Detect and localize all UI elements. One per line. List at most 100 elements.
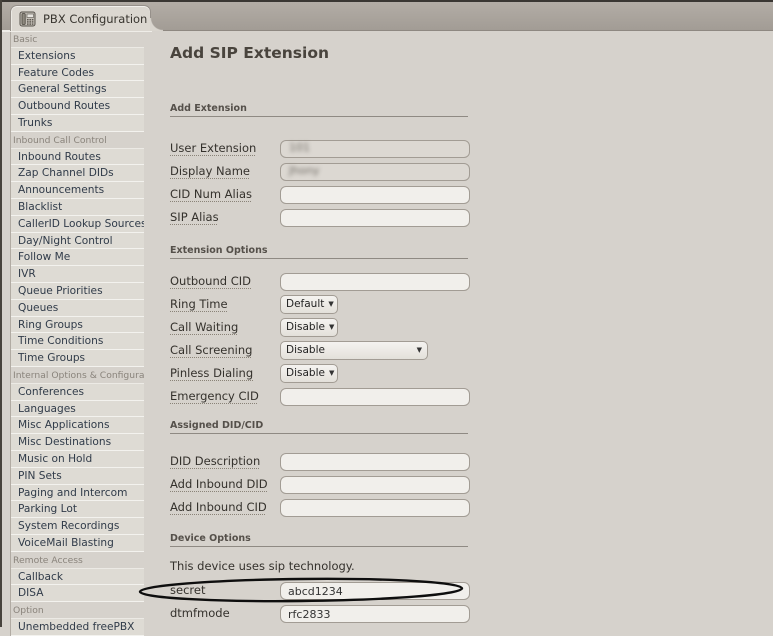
sidebar-item-extensions[interactable]: Extensions — [11, 48, 144, 65]
field-label-outbound-cid: Outbound CID — [170, 274, 280, 288]
form-rows: User Extension101Display NameJhonyCID Nu… — [170, 139, 470, 231]
tab-pbx-configuration[interactable]: PBX Configuration — [10, 5, 151, 31]
form-row-add-inbound-cid: Add Inbound CID — [170, 498, 470, 516]
section-divider — [170, 546, 468, 547]
sidebar-item-ivr[interactable]: IVR — [11, 266, 144, 283]
select-call-waiting[interactable]: Disable ▼ — [280, 318, 338, 337]
form-row-sip-alias: SIP Alias — [170, 208, 470, 226]
sidebar-item-trunks[interactable]: Trunks — [11, 115, 144, 132]
form-row-secret: secret — [170, 581, 470, 599]
field-label-call-screening: Call Screening — [170, 343, 280, 357]
input-add-inbound-did[interactable] — [280, 476, 470, 494]
page-left-edge — [0, 0, 2, 627]
section-header-extension-options: Extension Options — [170, 245, 470, 256]
field-wrapper: Jhony — [280, 161, 470, 182]
sidebar-item-announcements[interactable]: Announcements — [11, 182, 144, 199]
field-label-sip-alias: SIP Alias — [170, 210, 280, 224]
device-technology-note: This device uses sip technology. — [170, 559, 355, 573]
sidebar-item-queue-priorities[interactable]: Queue Priorities — [11, 283, 144, 300]
form-row-call-screening: Call ScreeningDisable▼ — [170, 341, 470, 359]
input-emergency-cid[interactable] — [280, 388, 470, 406]
form-row-pinless-dialing: Pinless DialingDisable▼ — [170, 364, 470, 382]
field-label-add-inbound-cid: Add Inbound CID — [170, 500, 280, 514]
sidebar-section-header-internal-options-configuration: Internal Options & Configuration — [11, 367, 144, 384]
input-sip-alias[interactable] — [280, 209, 470, 227]
sidebar-item-callerid-lookup-sources[interactable]: CallerID Lookup Sources — [11, 216, 144, 233]
select-call-screening[interactable]: Disable▼ — [280, 341, 428, 360]
field-label-call-waiting: Call Waiting — [170, 320, 280, 334]
select-ring-time[interactable]: Default▼ — [280, 295, 338, 314]
section-header-assigned-did-cid: Assigned DID/CID — [170, 420, 470, 431]
input-display-name[interactable] — [280, 163, 470, 181]
input-dtmfmode[interactable] — [280, 605, 470, 623]
sidebar-item-follow-me[interactable]: Follow Me — [11, 249, 144, 266]
form-row-dtmfmode: dtmfmode — [170, 604, 470, 622]
field-wrapper — [280, 184, 470, 205]
form-row-user-extension: User Extension101 — [170, 139, 470, 157]
input-cid-num-alias[interactable] — [280, 186, 470, 204]
form-row-cid-num-alias: CID Num Alias — [170, 185, 470, 203]
chevron-down-icon: ▼ — [328, 300, 333, 308]
chevron-down-icon: ▼ — [329, 323, 334, 331]
field-label-ring-time: Ring Time — [170, 297, 280, 311]
sidebar-item-unembedded-freepbx[interactable]: Unembedded freePBX — [11, 619, 144, 636]
sidebar-item-day-night-control[interactable]: Day/Night Control — [11, 233, 144, 250]
sidebar-item-queues[interactable]: Queues — [11, 300, 144, 317]
section-header-add-extension: Add Extension — [170, 103, 470, 114]
sidebar-item-languages[interactable]: Languages — [11, 401, 144, 418]
sidebar-item-disa[interactable]: DISA — [11, 585, 144, 602]
sidebar-item-ring-groups[interactable]: Ring Groups — [11, 317, 144, 334]
select-value: Disable — [286, 321, 325, 333]
field-label-display-name: Display Name — [170, 164, 280, 178]
chevron-down-icon: ▼ — [329, 369, 334, 377]
sidebar-item-zap-channel-dids[interactable]: Zap Channel DIDs — [11, 165, 144, 182]
form-section-extension-options: Extension OptionsOutbound CIDRing TimeDe… — [170, 245, 470, 259]
form-rows: Outbound CIDRing TimeDefault▼Call Waitin… — [170, 272, 470, 410]
select-value: Disable — [286, 367, 325, 379]
sidebar-section-header-basic: Basic — [11, 31, 144, 48]
sidebar-item-blacklist[interactable]: Blacklist — [11, 199, 144, 216]
sidebar-item-voicemail-blasting[interactable]: VoiceMail Blasting — [11, 535, 144, 552]
input-outbound-cid[interactable] — [280, 273, 470, 291]
sidebar-item-system-recordings[interactable]: System Recordings — [11, 518, 144, 535]
sidebar-item-music-on-hold[interactable]: Music on Hold — [11, 451, 144, 468]
sidebar-item-callback[interactable]: Callback — [11, 569, 144, 586]
field-wrapper — [280, 451, 470, 472]
form-rows: secret dtmfmode — [170, 581, 470, 627]
form-rows: DID DescriptionAdd Inbound DIDAdd Inboun… — [170, 452, 470, 521]
sidebar-item-inbound-routes[interactable]: Inbound Routes — [11, 149, 144, 166]
form-row-call-waiting: Call Waiting Disable ▼ — [170, 318, 470, 336]
input-did-description[interactable] — [280, 453, 470, 471]
sidebar-item-feature-codes[interactable]: Feature Codes — [11, 65, 144, 82]
field-wrapper — [280, 386, 470, 407]
sidebar-item-parking-lot[interactable]: Parking Lot — [11, 501, 144, 518]
field-wrapper — [280, 474, 470, 495]
form-section-add-extension: Add ExtensionUser Extension101Display Na… — [170, 103, 470, 117]
sidebar-item-outbound-routes[interactable]: Outbound Routes — [11, 98, 144, 115]
form-row-display-name: Display NameJhony — [170, 162, 470, 180]
sidebar-item-conferences[interactable]: Conferences — [11, 384, 144, 401]
sidebar-item-general-settings[interactable]: General Settings — [11, 81, 144, 98]
section-divider — [170, 116, 468, 117]
form-section-device-options: Device OptionsThis device uses sip techn… — [170, 533, 470, 547]
form-row-ring-time: Ring TimeDefault▼ — [170, 295, 470, 313]
sidebar-item-misc-destinations[interactable]: Misc Destinations — [11, 434, 144, 451]
sidebar-item-paging-and-intercom[interactable]: Paging and Intercom — [11, 485, 144, 502]
form-row-outbound-cid: Outbound CID — [170, 272, 470, 290]
select-pinless-dialing[interactable]: Disable ▼ — [280, 364, 338, 383]
sidebar-item-time-groups[interactable]: Time Groups — [11, 350, 144, 367]
input-add-inbound-cid[interactable] — [280, 499, 470, 517]
sidebar-item-misc-applications[interactable]: Misc Applications — [11, 417, 144, 434]
sidebar-item-time-conditions[interactable]: Time Conditions — [11, 333, 144, 350]
chevron-down-icon: ▼ — [417, 346, 422, 354]
input-secret[interactable] — [280, 582, 470, 600]
form-row-emergency-cid: Emergency CID — [170, 387, 470, 405]
field-wrapper: 101 — [280, 138, 470, 159]
section-divider — [170, 433, 468, 434]
sidebar-section-header-inbound-call-control: Inbound Call Control — [11, 132, 144, 149]
input-user-extension[interactable] — [280, 140, 470, 158]
field-label-did-description: DID Description — [170, 454, 280, 468]
field-label-cid-num-alias: CID Num Alias — [170, 187, 280, 201]
sidebar-item-pin-sets[interactable]: PIN Sets — [11, 468, 144, 485]
section-divider — [170, 258, 468, 259]
